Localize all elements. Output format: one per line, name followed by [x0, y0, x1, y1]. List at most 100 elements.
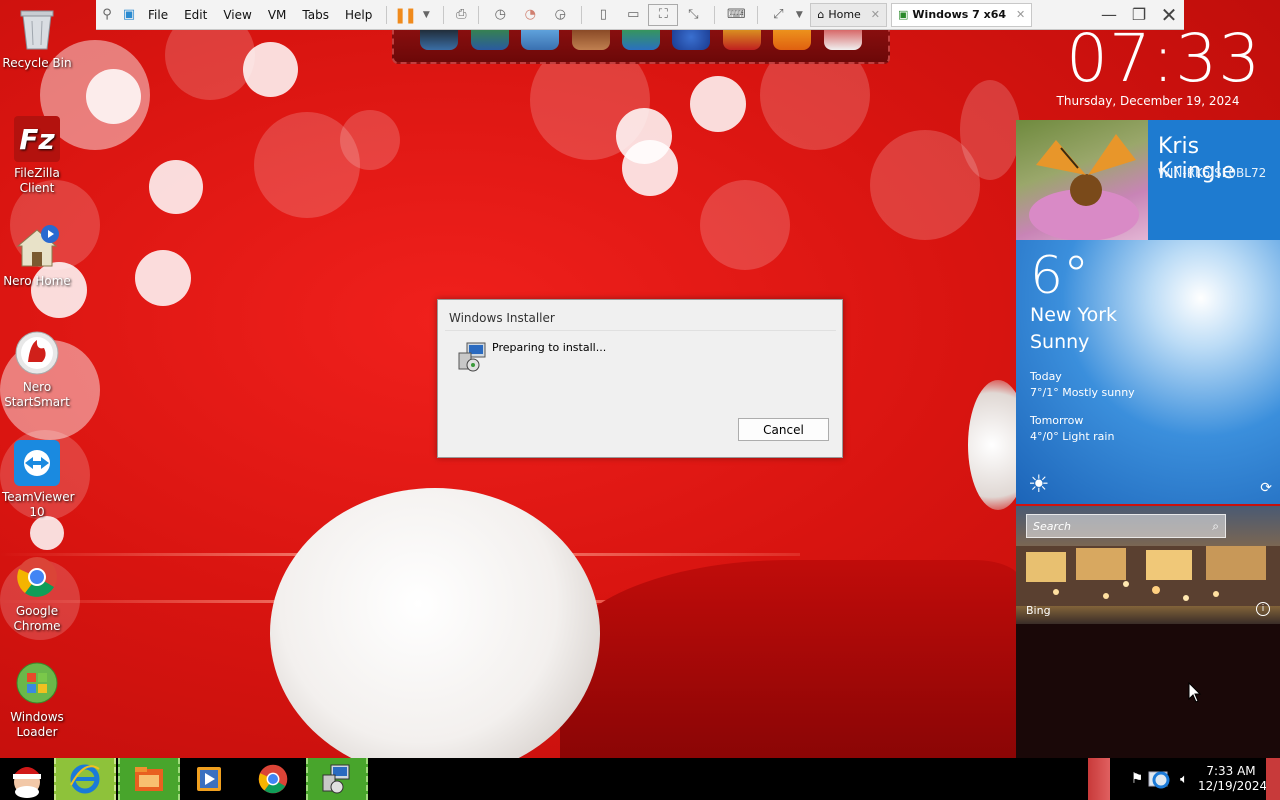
taskbar-file-explorer[interactable] [118, 758, 180, 800]
info-icon[interactable]: i [1256, 602, 1270, 616]
weather-tile[interactable]: 6° New York Sunny Today 7°/1° Mostly sun… [1016, 240, 1280, 504]
send-keys-icon[interactable]: ⎙ [450, 0, 472, 30]
flag-icon[interactable]: ⚑ [1128, 758, 1146, 800]
desktop-icon-label: Nero StartSmart [4, 380, 70, 409]
installer-icon [457, 341, 489, 373]
thumbnail-bar-icon[interactable]: ▭ [618, 0, 648, 30]
network-tray-icon[interactable] [1146, 758, 1172, 800]
revert-snapshot-icon[interactable]: ◔ [515, 0, 545, 30]
weather-temperature: 6° [1030, 246, 1090, 306]
dialog-message: Preparing to install... [492, 341, 607, 354]
console-icon[interactable]: ⌨ [721, 0, 751, 30]
menu-file[interactable]: File [140, 0, 176, 30]
recycle-bin-icon [14, 6, 60, 52]
tray-time: 7:33 AM [1206, 764, 1256, 778]
desktop-icon-nero-startsmart[interactable]: Nero StartSmart [0, 330, 74, 410]
taskbar-windows-installer[interactable] [306, 758, 368, 800]
desktop-icon-recycle-bin[interactable]: Recycle Bin [0, 6, 74, 71]
internet-explorer-icon [70, 764, 100, 794]
clock-widget: 07:33 Thursday, December 19, 2024 [1016, 0, 1280, 120]
windows-loader-icon [14, 660, 60, 706]
weather-today-forecast: 7°/1° Mostly sunny [1030, 386, 1135, 399]
toolbar-separator [478, 5, 480, 24]
toolbar-separator [714, 5, 716, 24]
tab-home-label: Home [828, 8, 861, 21]
vmware-logo-icon[interactable]: ▣ [118, 0, 140, 30]
installer-icon [322, 764, 350, 794]
stretch-icon[interactable]: ⤢ [764, 0, 792, 30]
desktop-icon-teamviewer[interactable]: TeamViewer 10 [0, 440, 75, 520]
menu-edit[interactable]: Edit [176, 0, 215, 30]
desktop-icon-label: FileZilla Client [14, 166, 60, 195]
desktop-icon-label: Google Chrome [13, 604, 61, 633]
desktop-icon-label: TeamViewer 10 [2, 490, 75, 519]
machine-name: WIN-RK5JSL0BL72 [1158, 166, 1267, 180]
desktop-icon-nero-home[interactable]: Nero Home [0, 224, 74, 289]
clock-date: Thursday, December 19, 2024 [1056, 94, 1240, 108]
menu-view[interactable]: View [215, 0, 259, 30]
toolbar-separator [757, 5, 759, 24]
clock-time: 07:33 [1066, 20, 1262, 97]
weather-tomorrow-forecast: 4°/0° Light rain [1030, 430, 1115, 443]
desktop-icon-filezilla[interactable]: Fz FileZilla Client [0, 116, 74, 196]
snapshot-icon[interactable]: ◷ [485, 0, 515, 30]
tray-clock[interactable]: 7:33 AM 12/19/2024 [1198, 764, 1267, 794]
toolbar-separator [443, 5, 445, 24]
toolbar-separator [581, 5, 583, 24]
sidebar-empty-area [1016, 624, 1280, 758]
desktop-icon-label: Nero Home [3, 274, 71, 288]
tab-home[interactable]: ⌂ Home ✕ [810, 2, 888, 27]
taskbar: ⚑ 🔈︎ 7:33 AM 12/19/2024 [0, 758, 1280, 800]
fullscreen-icon[interactable]: ⛶ [648, 3, 679, 26]
search-icon[interactable]: ⌕ [1212, 519, 1219, 534]
filezilla-icon: Fz [14, 116, 60, 162]
show-desktop-button[interactable] [1266, 758, 1280, 800]
tray-show-hidden[interactable] [1088, 758, 1110, 800]
home-icon: ⌂ [817, 8, 825, 21]
chrome-icon [14, 554, 60, 600]
desktop-icon-chrome[interactable]: Google Chrome [0, 554, 74, 634]
tab-windows-7-label: Windows 7 x64 [912, 8, 1007, 21]
teamviewer-icon [14, 440, 60, 486]
weather-tomorrow-label: Tomorrow [1030, 414, 1084, 427]
snapshot-manager-icon[interactable]: ◶ [545, 0, 575, 30]
chevron-down-icon[interactable]: ▼ [792, 0, 806, 30]
weather-condition: Sunny [1030, 331, 1090, 353]
volume-icon[interactable]: 🔈︎ [1174, 758, 1194, 800]
refresh-icon[interactable]: ⟳ [1260, 480, 1272, 496]
user-tile[interactable]: Kris Kringle WIN-RK5JSL0BL72 [1016, 120, 1280, 240]
installer-dialog: Windows Installer Preparing to install..… [437, 299, 843, 458]
pin-icon[interactable]: ⚲ [96, 0, 118, 30]
taskbar-media-player[interactable] [184, 758, 234, 800]
taskbar-internet-explorer[interactable] [54, 758, 116, 800]
start-button[interactable] [4, 758, 50, 800]
vm-icon: ▣ [898, 8, 909, 21]
bing-label: Bing [1026, 604, 1051, 617]
sidebar-toggle-icon[interactable]: ▯ [588, 0, 618, 30]
close-icon[interactable]: ✕ [871, 8, 880, 21]
file-explorer-icon [135, 767, 163, 791]
pause-icon[interactable]: ❚❚ [393, 0, 417, 30]
menu-vm[interactable]: VM [260, 0, 295, 30]
menu-tabs[interactable]: Tabs [294, 0, 337, 30]
nero-startsmart-icon [14, 330, 60, 376]
cancel-button[interactable]: Cancel [738, 418, 829, 441]
sun-icon: ☀ [1028, 470, 1050, 498]
chrome-icon [258, 764, 288, 794]
dialog-title: Windows Installer [449, 311, 555, 325]
menu-help[interactable]: Help [337, 0, 380, 30]
bing-search-input[interactable]: Search ⌕ [1026, 514, 1226, 538]
unity-icon[interactable]: ⤡ [678, 0, 708, 30]
bing-tile[interactable]: Search ⌕ Bing i [1016, 506, 1280, 624]
desktop-icon-windows-loader[interactable]: Windows Loader [0, 660, 74, 740]
weather-today-label: Today [1030, 370, 1062, 383]
dialog-body: Preparing to install... Cancel [445, 330, 836, 451]
sidebar-gadgets: 07:33 Thursday, December 19, 2024 Kris K… [1016, 0, 1280, 758]
chevron-down-icon[interactable]: ▼ [415, 0, 437, 30]
desktop-icon-label: Recycle Bin [2, 56, 72, 70]
mouse-cursor-icon [1188, 681, 1202, 708]
media-player-icon [197, 767, 221, 791]
tab-windows-7[interactable]: ▣ Windows 7 x64 ✕ [891, 2, 1033, 27]
taskbar-chrome[interactable] [248, 758, 298, 800]
toolbar-separator [386, 5, 388, 24]
